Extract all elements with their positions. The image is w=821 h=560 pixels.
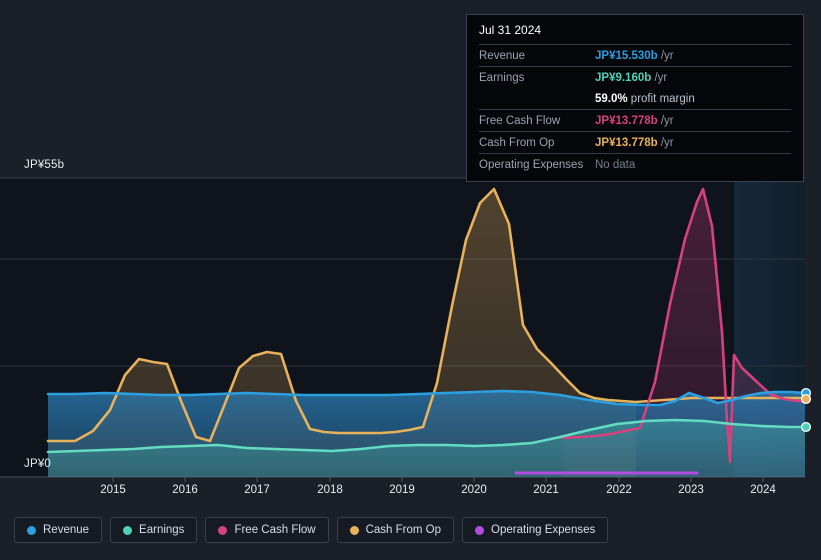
chart-tooltip: Jul 31 2024 Revenue JP¥15.530b /yr Earni… bbox=[466, 14, 804, 182]
legend-dot-revenue-icon bbox=[27, 525, 36, 535]
x-tick-2015: 2015 bbox=[100, 484, 126, 496]
tooltip-label-earnings: Earnings bbox=[479, 71, 525, 84]
legend-dot-operating-expenses-icon bbox=[475, 525, 485, 535]
x-tick-2016: 2016 bbox=[172, 484, 198, 496]
tooltip-row-operating-expenses: Operating Expenses No data bbox=[479, 153, 791, 175]
tooltip-text-profit-margin: profit margin bbox=[627, 92, 695, 105]
tooltip-number-revenue: JP¥15.530b bbox=[595, 49, 658, 62]
legend-item-operating-expenses[interactable]: Operating Expenses bbox=[462, 517, 609, 543]
x-tick-2022: 2022 bbox=[606, 484, 632, 496]
y-axis-bottom-label: JP¥0 bbox=[24, 458, 52, 470]
endpoint-marker-cash-from-op[interactable] bbox=[800, 393, 812, 405]
legend-label-free-cash-flow: Free Cash Flow bbox=[234, 524, 316, 536]
tooltip-row-profit-margin: 59.0% profit margin bbox=[479, 88, 791, 109]
x-tick-2018: 2018 bbox=[317, 484, 343, 496]
tooltip-number-earnings: JP¥9.160b bbox=[595, 71, 652, 84]
tooltip-row-cash-from-op: Cash From Op JP¥13.778b /yr bbox=[479, 131, 791, 153]
tooltip-value-profit-margin: 59.0% profit margin bbox=[595, 93, 695, 105]
legend-item-earnings[interactable]: Earnings bbox=[110, 517, 198, 543]
tooltip-label-cash-from-op: Cash From Op bbox=[479, 136, 555, 149]
legend-item-free-cash-flow[interactable]: Free Cash Flow bbox=[205, 517, 329, 543]
tooltip-value-earnings: JP¥9.160b /yr bbox=[595, 72, 667, 84]
tooltip-label-operating-expenses: Operating Expenses bbox=[479, 158, 584, 171]
tooltip-number-profit-margin: 59.0% bbox=[595, 92, 628, 105]
endpoint-marker-earnings[interactable] bbox=[800, 421, 812, 433]
legend-dot-cash-from-op-icon bbox=[349, 525, 359, 535]
tooltip-value-cash-from-op: JP¥13.778b /yr bbox=[595, 137, 674, 149]
tooltip-value-revenue: JP¥15.530b /yr bbox=[595, 50, 674, 62]
legend-item-revenue[interactable]: Revenue bbox=[14, 517, 103, 543]
tooltip-row-revenue: Revenue JP¥15.530b /yr bbox=[479, 44, 791, 66]
legend-label-operating-expenses: Operating Expenses bbox=[491, 524, 596, 536]
tooltip-unit-cash-from-op: /yr bbox=[657, 136, 674, 149]
tooltip-label-revenue: Revenue bbox=[479, 49, 526, 62]
tooltip-unit-free-cash-flow: /yr bbox=[657, 114, 674, 127]
x-axis-ticks bbox=[112, 477, 764, 482]
tooltip-number-cash-from-op: JP¥13.778b bbox=[595, 136, 658, 149]
x-tick-2020: 2020 bbox=[461, 484, 487, 496]
legend-dot-earnings-icon bbox=[123, 525, 133, 535]
x-tick-2021: 2021 bbox=[533, 484, 559, 496]
tooltip-label-free-cash-flow: Free Cash Flow bbox=[479, 114, 561, 127]
legend-item-cash-from-op[interactable]: Cash From Op bbox=[336, 517, 455, 543]
chart-legend: Revenue Earnings Free Cash Flow Cash Fro… bbox=[14, 517, 609, 543]
legend-dot-free-cash-flow-icon bbox=[218, 525, 228, 535]
tooltip-value-free-cash-flow: JP¥13.778b /yr bbox=[595, 115, 674, 127]
tooltip-number-free-cash-flow: JP¥13.778b bbox=[595, 114, 658, 127]
chart-page: JP¥55b JP¥0 2015 2016 2017 2018 2019 202… bbox=[0, 0, 821, 560]
x-tick-2023: 2023 bbox=[678, 484, 704, 496]
tooltip-row-free-cash-flow: Free Cash Flow JP¥13.778b /yr bbox=[479, 109, 791, 131]
x-tick-2024: 2024 bbox=[750, 484, 776, 496]
legend-label-earnings: Earnings bbox=[139, 524, 185, 536]
tooltip-unit-revenue: /yr bbox=[657, 49, 674, 62]
tooltip-date: Jul 31 2024 bbox=[479, 23, 542, 37]
tooltip-row-earnings: Earnings JP¥9.160b /yr bbox=[479, 66, 791, 88]
x-tick-2019: 2019 bbox=[389, 484, 415, 496]
x-tick-2017: 2017 bbox=[244, 484, 270, 496]
tooltip-value-operating-expenses: No data bbox=[595, 158, 636, 171]
y-axis-top-label: JP¥55b bbox=[24, 159, 65, 171]
legend-label-revenue: Revenue bbox=[43, 524, 90, 536]
legend-label-cash-from-op: Cash From Op bbox=[365, 524, 442, 536]
tooltip-unit-earnings: /yr bbox=[651, 71, 668, 84]
